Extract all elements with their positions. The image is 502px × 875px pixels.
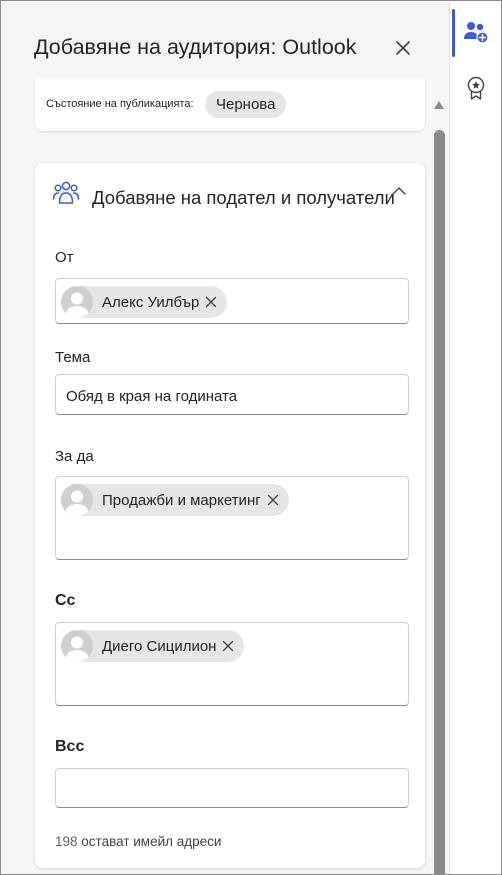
- triangle-up-icon: [434, 101, 444, 109]
- section-heading: Добавяне на подател и получатели: [92, 187, 395, 208]
- recipient-pill-to[interactable]: Продажби и маркетинг: [61, 484, 289, 516]
- scrollbar-thumb[interactable]: [434, 130, 445, 874]
- to-label: За да: [55, 448, 94, 465]
- cc-label: Cc: [55, 592, 76, 609]
- rail-item-audience[interactable]: [450, 6, 501, 58]
- subject-input[interactable]: Обяд в края на годината: [55, 374, 409, 415]
- bcc-label: Bcc: [55, 738, 85, 755]
- people-add-icon: [464, 22, 489, 44]
- recipient-name: Диего Сицилион: [102, 637, 217, 655]
- close-icon: [396, 41, 410, 55]
- remove-recipient-button[interactable]: [265, 492, 281, 508]
- remove-recipient-button[interactable]: [220, 638, 236, 654]
- subject-label: Тема: [55, 349, 91, 366]
- bcc-input[interactable]: [55, 768, 409, 808]
- recipient-name: Алекс Уилбър: [102, 293, 200, 311]
- recipient-name: Продажби и маркетинг: [102, 491, 261, 509]
- side-rail: [449, 2, 501, 874]
- close-button[interactable]: [391, 36, 415, 60]
- close-icon: [267, 494, 278, 506]
- close-icon: [223, 640, 234, 652]
- person-placeholder-icon: [65, 292, 89, 318]
- add-in-window: Добавяне на аудитория: Outlook Състояние…: [0, 0, 502, 875]
- avatar: [61, 484, 93, 516]
- rail-item-highlights[interactable]: [450, 62, 501, 114]
- person-placeholder-icon: [65, 636, 89, 662]
- avatar: [61, 286, 93, 318]
- sender-recipients-card: Добавяне на подател и получатели От Алек…: [35, 163, 425, 868]
- subject-value: Обяд в края на годината: [66, 388, 238, 405]
- scroll-up-button[interactable]: [432, 98, 446, 112]
- remaining-count: 198: [55, 834, 78, 849]
- people-group-icon: [52, 181, 80, 204]
- status-badge: Чернова: [205, 91, 287, 118]
- chevron-up-icon[interactable]: [389, 183, 409, 199]
- person-placeholder-icon: [65, 490, 89, 516]
- avatar: [61, 630, 93, 662]
- remaining-text: остават имейл адреси: [81, 834, 222, 849]
- ribbon-star-icon: [467, 76, 485, 100]
- recipient-pill-from[interactable]: Алекс Уилбър: [61, 286, 228, 318]
- publication-status-card: Състояние на публикацията: Чернова: [35, 78, 425, 131]
- recipient-pill-cc[interactable]: Диего Сицилион: [61, 630, 245, 662]
- remaining-addresses: 198 остават имейл адреси: [55, 834, 221, 849]
- close-icon: [206, 296, 217, 308]
- from-field[interactable]: Алекс Уилбър: [55, 278, 409, 324]
- remove-recipient-button[interactable]: [203, 294, 219, 310]
- cc-field[interactable]: Диего Сицилион: [55, 622, 409, 706]
- from-label: От: [55, 249, 74, 266]
- to-field[interactable]: Продажби и маркетинг: [55, 476, 409, 560]
- task-pane: Добавяне на аудитория: Outlook Състояние…: [2, 2, 449, 874]
- status-label: Състояние на публикацията:: [46, 98, 194, 110]
- pane-title: Добавяне на аудитория: Outlook: [34, 35, 357, 59]
